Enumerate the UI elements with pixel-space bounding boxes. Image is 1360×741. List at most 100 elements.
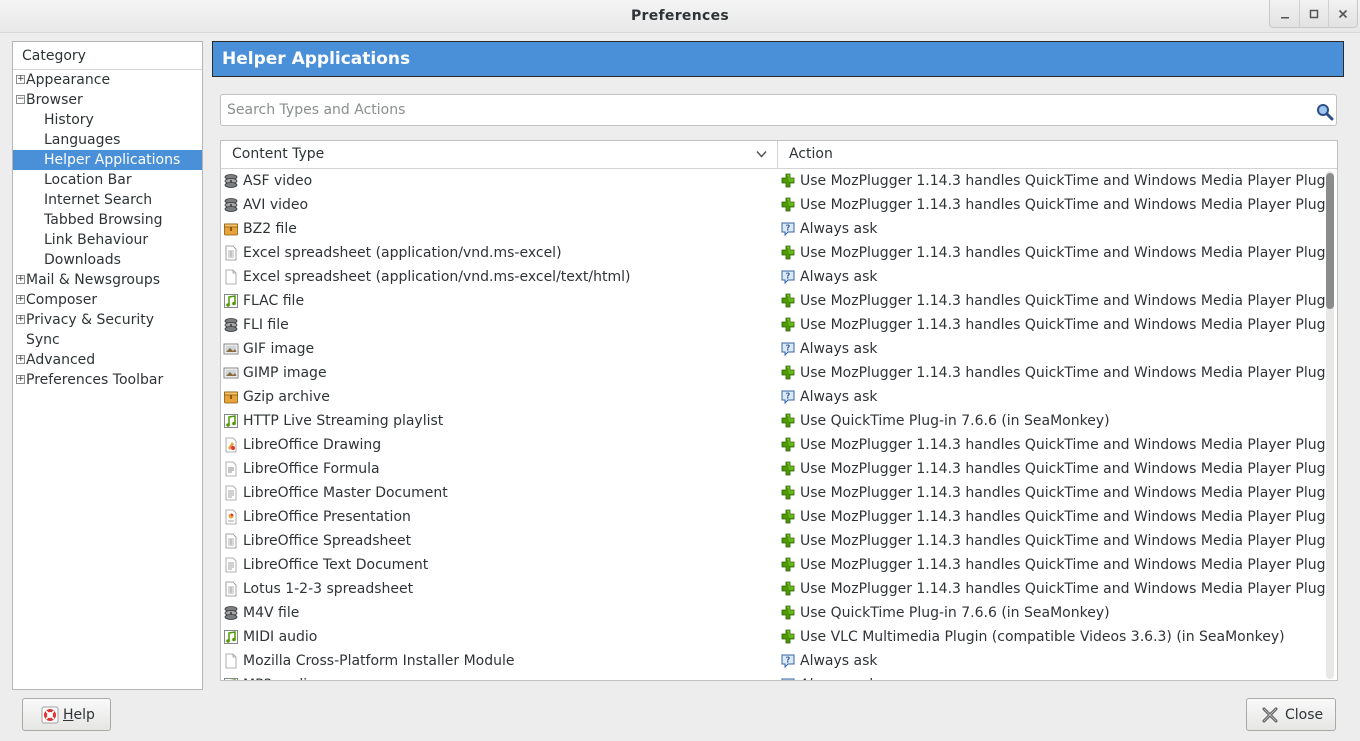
action-cell[interactable]: ? Always ask xyxy=(778,649,1325,673)
table-row[interactable]: GIF image? Always ask xyxy=(221,337,1325,361)
search-icon[interactable] xyxy=(1314,101,1334,121)
expand-icon[interactable]: + xyxy=(16,75,25,84)
expand-icon[interactable]: + xyxy=(16,355,25,364)
category-item-helper-applications[interactable]: Helper Applications xyxy=(13,150,202,170)
action-cell[interactable]: Use MozPlugger 1.14.3 handles QuickTime … xyxy=(778,289,1325,313)
category-item-history[interactable]: History xyxy=(13,110,202,130)
column-header-action[interactable]: Action xyxy=(778,141,1337,168)
action-label: Use MozPlugger 1.14.3 handles QuickTime … xyxy=(800,245,1325,261)
audio-file-icon xyxy=(223,293,239,309)
expand-icon[interactable]: + xyxy=(16,315,25,324)
action-cell[interactable]: Use MozPlugger 1.14.3 handles QuickTime … xyxy=(778,553,1325,577)
action-cell[interactable]: Use MozPlugger 1.14.3 handles QuickTime … xyxy=(778,169,1325,193)
table-row[interactable]: Excel spreadsheet (application/vnd.ms-ex… xyxy=(221,241,1325,265)
category-item-location-bar[interactable]: Location Bar xyxy=(13,170,202,190)
action-cell[interactable]: Use MozPlugger 1.14.3 handles QuickTime … xyxy=(778,433,1325,457)
category-item-mail-newsgroups[interactable]: + Mail & Newsgroups xyxy=(13,270,202,290)
table-row[interactable]: Lotus 1-2-3 spreadsheet Use MozPlugger 1.… xyxy=(221,577,1325,601)
action-cell[interactable]: Use VLC Multimedia Plugin (compatible Vi… xyxy=(778,625,1325,649)
table-row[interactable]: MP3 audio ? Always ask xyxy=(221,673,1325,680)
action-cell[interactable]: ? Always ask xyxy=(778,385,1325,409)
search-input[interactable] xyxy=(227,99,1297,121)
table-row[interactable]: BZ2 file? Always ask xyxy=(221,217,1325,241)
category-item-link-behaviour[interactable]: Link Behaviour xyxy=(13,230,202,250)
scrollbar-thumb[interactable] xyxy=(1326,173,1334,309)
content-type-label: MP3 audio xyxy=(243,677,316,680)
table-row[interactable]: LibreOffice Text Document Use MozPlugger … xyxy=(221,553,1325,577)
question-bubble-icon: ? xyxy=(780,677,796,680)
category-item-internet-search[interactable]: Internet Search xyxy=(13,190,202,210)
expand-icon[interactable]: + xyxy=(16,275,25,284)
audio-file-icon xyxy=(223,413,239,429)
table-row[interactable]: LibreOffice Presentation Use MozPlugger 1… xyxy=(221,505,1325,529)
action-cell[interactable]: Use MozPlugger 1.14.3 handles QuickTime … xyxy=(778,505,1325,529)
table-row[interactable]: GIMP image Use MozPlugger 1.14.3 handles … xyxy=(221,361,1325,385)
action-cell[interactable]: ? Always ask xyxy=(778,673,1325,680)
table-row[interactable]: FLAC file Use MozPlugger 1.14.3 handles Q… xyxy=(221,289,1325,313)
audio-file-icon xyxy=(223,629,239,645)
table-row[interactable]: Mozilla Cross-Platform Installer Module?… xyxy=(221,649,1325,673)
category-item-browser[interactable]: − Browser xyxy=(13,90,202,110)
vertical-scrollbar[interactable] xyxy=(1326,171,1334,679)
action-cell[interactable]: Use MozPlugger 1.14.3 handles QuickTime … xyxy=(778,313,1325,337)
category-item-sync[interactable]: Sync xyxy=(13,330,202,350)
table-row[interactable]: LibreOffice Master Document Use MozPlugge… xyxy=(221,481,1325,505)
category-item-preferences-toolbar[interactable]: + Preferences Toolbar xyxy=(13,370,202,390)
table-row[interactable]: LibreOffice Formula Use MozPlugger 1.14.3… xyxy=(221,457,1325,481)
table-row[interactable]: MIDI audio Use VLC Multimedia Plugin (com… xyxy=(221,625,1325,649)
content-type-label: Gzip archive xyxy=(243,389,330,405)
table-row[interactable]: M4V file Use QuickTime Plug-in 7.6.6 (in … xyxy=(221,601,1325,625)
table-row[interactable]: ASF video Use MozPlugger 1.14.3 handles Q… xyxy=(221,169,1325,193)
action-cell[interactable]: Use MozPlugger 1.14.3 handles QuickTime … xyxy=(778,481,1325,505)
maximize-button[interactable] xyxy=(1299,0,1328,28)
action-cell[interactable]: Use QuickTime Plug-in 7.6.6 (in SeaMonke… xyxy=(778,409,1325,433)
svg-text:?: ? xyxy=(786,392,791,401)
puzzle-piece-icon xyxy=(780,485,796,501)
category-item-label: Internet Search xyxy=(44,192,153,208)
table-row[interactable]: Excel spreadsheet (application/vnd.ms-ex… xyxy=(221,265,1325,289)
category-item-tabbed-browsing[interactable]: Tabbed Browsing xyxy=(13,210,202,230)
content-type-cell: Mozilla Cross-Platform Installer Module xyxy=(221,649,778,673)
collapse-icon[interactable]: − xyxy=(16,95,25,104)
action-cell[interactable]: ? Always ask xyxy=(778,217,1325,241)
content-type-cell: ASF video xyxy=(221,169,778,193)
archive-box-icon xyxy=(223,221,239,237)
category-item-composer[interactable]: + Composer xyxy=(13,290,202,310)
column-header-content-type[interactable]: Content Type xyxy=(221,141,778,168)
content-type-cell: LibreOffice Master Document xyxy=(221,481,778,505)
content-type-label: Mozilla Cross-Platform Installer Module xyxy=(243,653,515,669)
table-row[interactable]: FLI file Use MozPlugger 1.14.3 handles Qu… xyxy=(221,313,1325,337)
table-row[interactable]: LibreOffice Drawing Use MozPlugger 1.14.3… xyxy=(221,433,1325,457)
minimize-button[interactable] xyxy=(1270,0,1299,28)
content-type-cell: LibreOffice Presentation xyxy=(221,505,778,529)
action-cell[interactable]: ? Always ask xyxy=(778,337,1325,361)
content-type-cell: GIMP image xyxy=(221,361,778,385)
action-cell[interactable]: Use MozPlugger 1.14.3 handles QuickTime … xyxy=(778,457,1325,481)
action-cell[interactable]: Use MozPlugger 1.14.3 handles QuickTime … xyxy=(778,241,1325,265)
category-item-appearance[interactable]: + Appearance xyxy=(13,70,202,90)
action-cell[interactable]: Use QuickTime Plug-in 7.6.6 (in SeaMonke… xyxy=(778,601,1325,625)
expand-icon[interactable]: + xyxy=(16,375,25,384)
drawing-file-icon xyxy=(223,437,239,453)
table-row[interactable]: AVI video Use MozPlugger 1.14.3 handles Q… xyxy=(221,193,1325,217)
table-row[interactable]: LibreOffice Spreadsheet Use MozPlugger 1.… xyxy=(221,529,1325,553)
action-cell[interactable]: Use MozPlugger 1.14.3 handles QuickTime … xyxy=(778,577,1325,601)
action-cell[interactable]: Use MozPlugger 1.14.3 handles QuickTime … xyxy=(778,361,1325,385)
action-cell[interactable]: Use MozPlugger 1.14.3 handles QuickTime … xyxy=(778,529,1325,553)
svg-text:?: ? xyxy=(786,272,791,281)
category-item-advanced[interactable]: + Advanced xyxy=(13,350,202,370)
category-item-downloads[interactable]: Downloads xyxy=(13,250,202,270)
panel-title: Helper Applications xyxy=(212,41,1344,77)
category-item-privacy-security[interactable]: + Privacy & Security xyxy=(13,310,202,330)
help-button[interactable]: Help xyxy=(22,698,111,731)
table-row[interactable]: HTTP Live Streaming playlist Use QuickTim… xyxy=(221,409,1325,433)
close-button[interactable]: Close xyxy=(1246,698,1336,731)
expand-icon[interactable]: + xyxy=(16,295,25,304)
action-cell[interactable]: ? Always ask xyxy=(778,265,1325,289)
category-item-languages[interactable]: Languages xyxy=(13,130,202,150)
table-row[interactable]: Gzip archive ? Always ask xyxy=(221,385,1325,409)
close-window-button[interactable] xyxy=(1328,0,1357,28)
action-label: Use MozPlugger 1.14.3 handles QuickTime … xyxy=(800,173,1325,189)
content-type-label: LibreOffice Spreadsheet xyxy=(243,533,412,549)
action-cell[interactable]: Use MozPlugger 1.14.3 handles QuickTime … xyxy=(778,193,1325,217)
